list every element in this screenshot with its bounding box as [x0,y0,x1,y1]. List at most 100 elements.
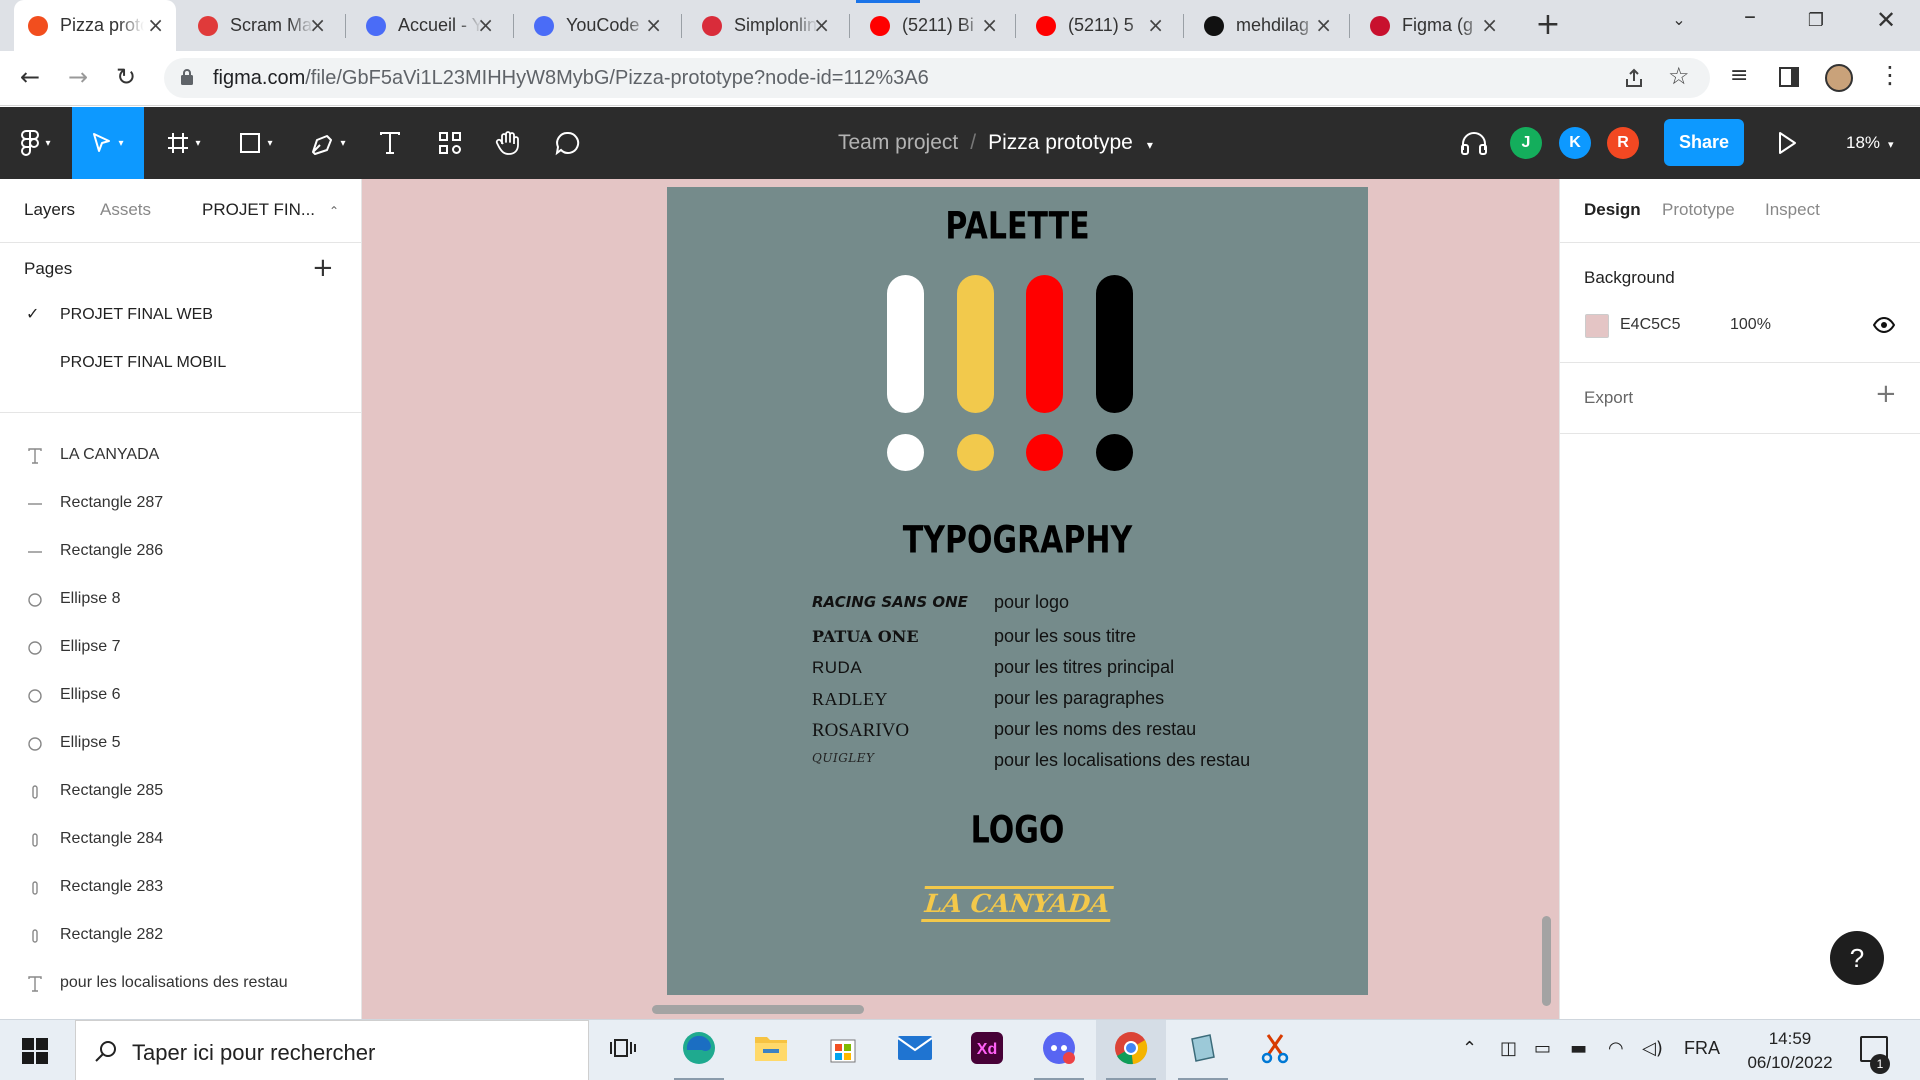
hand-tool-button[interactable] [486,107,530,179]
help-button[interactable]: ? [1830,931,1884,985]
chevron-up-icon[interactable]: ⌃ [1462,1038,1477,1059]
close-tab-icon[interactable]: × [1147,14,1164,36]
tab-prototype[interactable]: Prototype [1662,200,1735,220]
color-swatch-rectangle[interactable] [957,275,994,413]
taskbar-app-button[interactable] [808,1020,878,1080]
layer-item[interactable]: Rectangle 283 [0,864,361,912]
layer-item[interactable]: Rectangle 287 [0,480,361,528]
horizontal-scrollbar[interactable] [652,1005,864,1014]
layer-item[interactable]: Ellipse 7 [0,624,361,672]
page-switcher[interactable]: PROJET FIN... ⌃ [202,200,339,220]
close-tab-icon[interactable]: × [645,14,662,36]
side-panel-icon[interactable] [1779,67,1799,87]
color-swatch-ellipse[interactable] [887,434,924,471]
color-swatch-rectangle[interactable] [887,275,924,413]
layer-item[interactable]: Rectangle 285 [0,768,361,816]
profile-avatar[interactable] [1825,64,1853,92]
share-page-icon[interactable] [1623,67,1645,89]
tab-layers[interactable]: Layers [24,200,75,220]
background-color-swatch[interactable] [1585,314,1609,338]
canvas[interactable]: PALETTE TYPOGRAPHY RACING SANS ONE pour l… [362,179,1559,1019]
close-tab-icon[interactable]: × [477,14,494,36]
forward-button[interactable]: → [68,63,88,91]
tab-assets[interactable]: Assets [100,200,151,220]
volume-icon[interactable]: ◁) [1642,1038,1663,1059]
close-tab-icon[interactable]: × [309,14,326,36]
close-tab-icon[interactable]: × [813,14,830,36]
close-tab-icon[interactable]: × [147,14,164,36]
color-swatch-ellipse[interactable] [1026,434,1063,471]
url-field[interactable]: figma.com/file/GbF5aVi1L23MIHHyW8MybG/Pi… [164,58,1710,98]
new-tab-button[interactable]: + [1528,8,1568,42]
taskbar-search-field[interactable]: Taper ici pour rechercher [75,1020,589,1080]
layer-item[interactable]: LA CANYADA [0,432,361,480]
tab-inspect[interactable]: Inspect [1765,200,1820,220]
color-swatch-ellipse[interactable] [957,434,994,471]
color-swatch-rectangle[interactable] [1096,275,1133,413]
taskbar-app-button[interactable] [736,1020,806,1080]
layer-item[interactable]: Rectangle 286 [0,528,361,576]
close-tab-icon[interactable]: × [1315,14,1332,36]
meet-now-icon[interactable]: ◫ [1500,1038,1517,1059]
taskbar-app-button[interactable] [880,1020,950,1080]
taskbar-app-button[interactable] [1096,1020,1166,1080]
eye-icon[interactable] [1873,317,1895,333]
wifi-icon[interactable]: ◠ [1608,1038,1624,1059]
zoom-dropdown[interactable]: 18% ▾ [1846,133,1894,153]
battery-icon[interactable]: ▬ [1570,1038,1587,1059]
color-swatch-ellipse[interactable] [1096,434,1133,471]
layer-item[interactable]: Rectangle 282 [0,912,361,960]
design-frame[interactable]: PALETTE TYPOGRAPHY RACING SANS ONE pour l… [667,187,1368,995]
restore-button[interactable]: ❐ [1796,10,1836,31]
layer-item[interactable]: Rectangle 284 [0,816,361,864]
browser-tab[interactable]: mehdilag × [1190,0,1344,51]
vertical-scrollbar[interactable] [1542,916,1551,1006]
resources-tool-button[interactable] [428,107,472,179]
add-page-icon[interactable]: + [312,253,334,283]
shape-tool-button[interactable]: ▾ [224,107,288,179]
present-button[interactable] [1775,129,1799,162]
chrome-menu-icon[interactable]: ⋮ [1878,61,1902,89]
browser-tab[interactable]: (5211) Bi × [856,0,1010,51]
reload-button[interactable]: ↻ [116,63,136,91]
pen-tool-button[interactable]: ▾ [296,107,360,179]
layer-item[interactable]: Ellipse 5 [0,720,361,768]
file-name[interactable]: Pizza prototype [988,131,1133,154]
move-tool-button[interactable]: ▾ [72,107,144,179]
bookmark-star-icon[interactable]: ☆ [1668,62,1690,90]
tab-search-icon[interactable]: ⌄ [1664,10,1694,29]
page-item[interactable]: ✓ PROJET FINAL WEB [0,296,361,336]
avatar[interactable]: K [1559,127,1591,159]
browser-tab[interactable]: YouCode × [520,0,674,51]
browser-tab[interactable]: Pizza prototype – Figma× [14,0,176,51]
layer-item[interactable]: Ellipse 8 [0,576,361,624]
taskbar-app-button[interactable] [1240,1020,1310,1080]
team-name[interactable]: Team project [838,131,958,154]
chevron-down-icon[interactable]: ▾ [1147,138,1153,152]
browser-tab[interactable]: Scram Master× [184,0,338,51]
close-window-button[interactable]: ✕ [1866,6,1906,34]
avatar[interactable]: R [1607,127,1639,159]
text-tool-button[interactable] [368,107,412,179]
layer-item[interactable]: pour les noms des restau [0,1008,361,1019]
page-item[interactable]: PROJET FINAL MOBIL [0,344,361,384]
display-icon[interactable]: ▭ [1534,1038,1551,1059]
comment-tool-button[interactable] [546,107,590,179]
add-export-icon[interactable]: + [1875,379,1897,409]
taskbar-app-button[interactable] [1168,1020,1238,1080]
layer-item[interactable]: pour les localisations des restau [0,960,361,1008]
system-clock[interactable]: 14:59 06/10/2022 [1735,1027,1845,1075]
taskbar-app-button[interactable] [664,1020,734,1080]
frame-tool-button[interactable]: ▾ [152,107,216,179]
taskbar-app-button[interactable] [588,1020,658,1080]
taskbar-app-button[interactable] [1024,1020,1094,1080]
close-tab-icon[interactable]: × [981,14,998,36]
background-hex-input[interactable]: E4C5C5 [1620,316,1680,334]
logo[interactable]: LA CANYADA [667,886,1368,922]
background-opacity-input[interactable]: 100% [1730,316,1771,334]
file-breadcrumb[interactable]: Team project / Pizza prototype ▾ [838,131,1153,155]
tab-design[interactable]: Design [1584,200,1641,220]
browser-tab[interactable]: Figma (g × [1356,0,1510,51]
layer-item[interactable]: Ellipse 6 [0,672,361,720]
close-tab-icon[interactable]: × [1481,14,1498,36]
